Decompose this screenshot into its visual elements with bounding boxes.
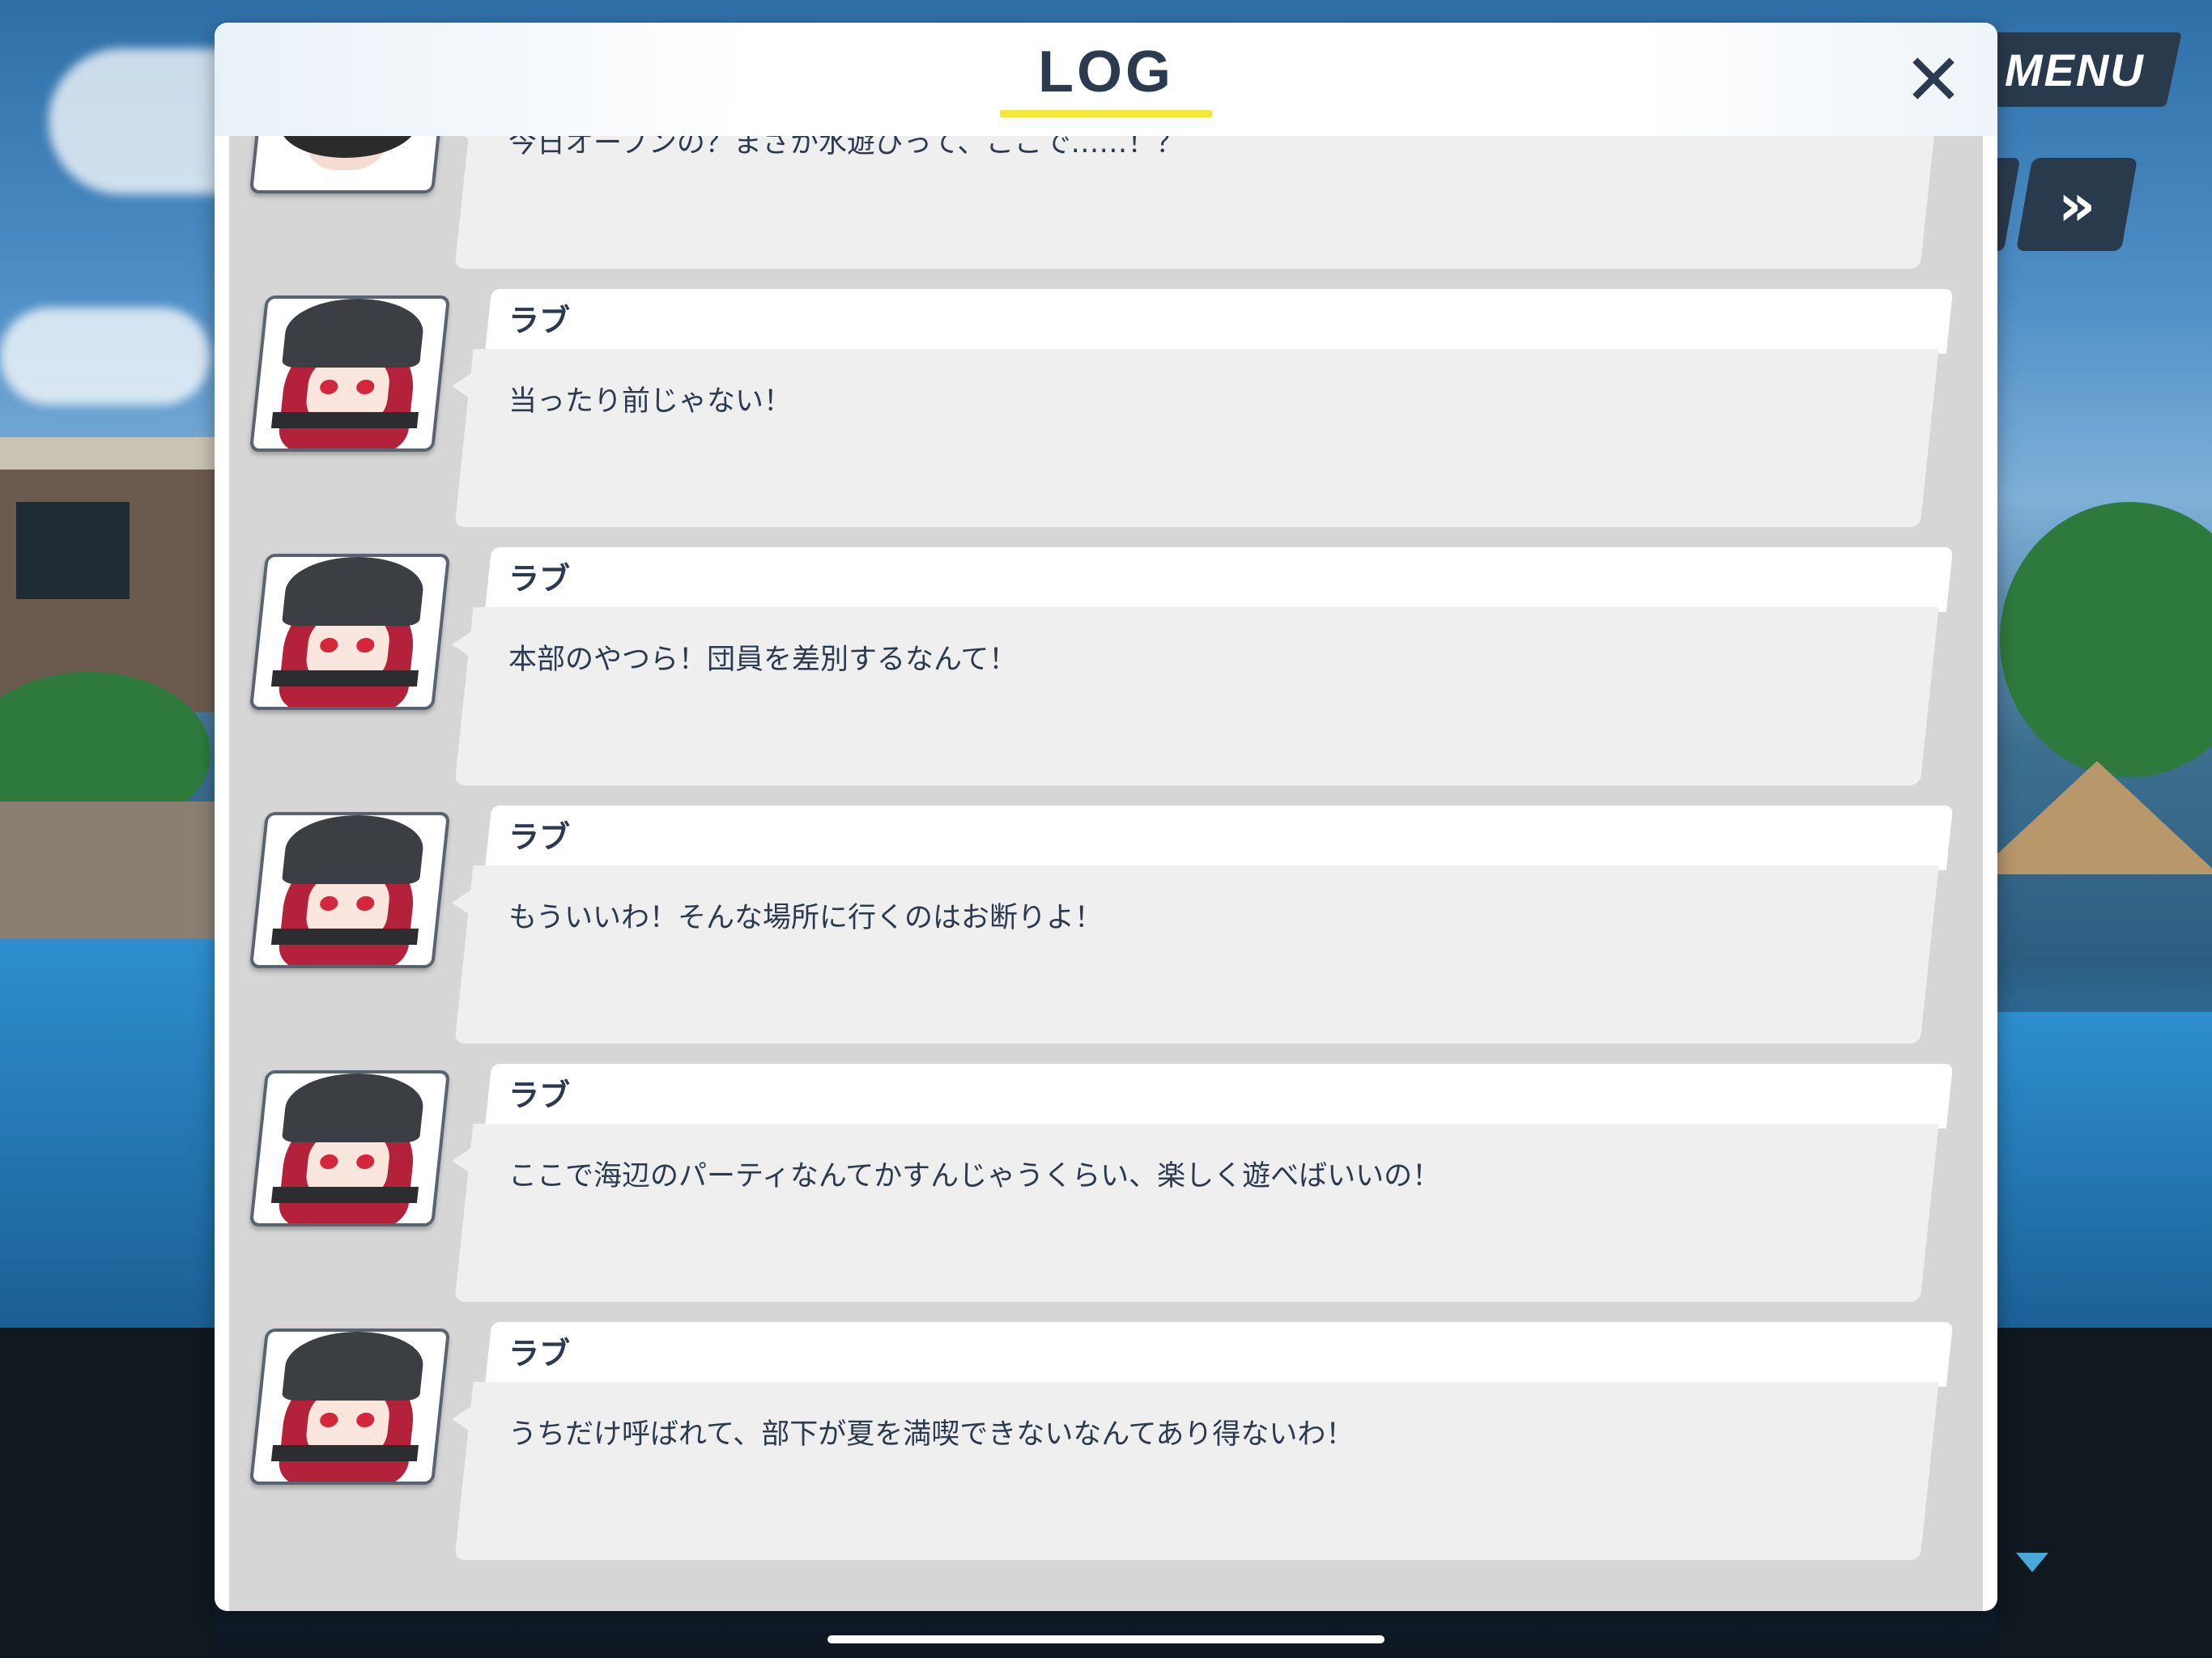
home-indicator[interactable] [827, 1635, 1385, 1643]
message-bubble [454, 1382, 1939, 1560]
rabu-avatar [249, 554, 451, 710]
message-text: うちだけ呼ばれて、部下が夏を満喫できないなんてあり得ないわ！ [508, 1418, 1355, 1451]
background-shed [0, 801, 215, 939]
background-pool [1997, 1012, 2212, 1336]
speaker-name-bar [484, 1322, 1954, 1387]
background-building-window [16, 502, 130, 599]
log-entry: ラブ当ったり前じゃない！ [229, 289, 1983, 548]
rabu-avatar [249, 1070, 451, 1226]
log-entry: ラブもういいわ！そんな場所に行くのはお断りよ！ [229, 806, 1983, 1065]
speaker-name: ラブ [508, 1336, 571, 1371]
message-text: 今日オープンの？まさか水遊びって、ここで……！？ [508, 136, 1185, 159]
message-text: もういいわ！そんな場所に行くのはお断りよ！ [508, 902, 1103, 934]
background-cloud [0, 308, 211, 405]
title-underline [1000, 110, 1212, 117]
speaker-name: ラブ [508, 819, 571, 855]
speaker-name: ラブ [508, 303, 571, 338]
background-pool [0, 939, 215, 1328]
background-floor [0, 1328, 215, 1658]
log-entry: ラブうちだけ呼ばれて、部下が夏を満喫できないなんてあり得ないわ！ [229, 1322, 1983, 1581]
speaker-name: ラブ [508, 561, 571, 597]
message-text: 本部のやつら！団員を差別するなんて！ [508, 644, 1018, 676]
fast-forward-icon: » [2057, 170, 2096, 239]
background-tree [2000, 502, 2212, 777]
background-floor [1997, 1328, 2212, 1658]
rabu-avatar [249, 295, 451, 452]
log-scroll-area[interactable]: 今日オープンの？まさか水遊びって、ここで……！？ ラブ 当ったり前じゃない！ ラブ 本部… [229, 136, 1983, 1611]
speaker-name-bar [484, 1064, 1954, 1129]
menu-button[interactable]: MENU [1967, 32, 2182, 107]
message-bubble [454, 865, 1939, 1044]
skip-button[interactable]: » [2015, 158, 2138, 251]
close-icon: ✕ [1904, 37, 1963, 121]
message-bubble [454, 607, 1939, 785]
log-entry: 今日オープンの？まさか水遊びって、ここで……！？ [229, 136, 1983, 290]
log-entry: ラブ本部のやつら！団員を差別するなんて！ [229, 547, 1983, 806]
message-text: 当ったり前じゃない！ [508, 385, 793, 418]
log-entry: ラブここで海辺のパーティなんてかすんじゃうくらい、楽しく遊べばいいの！ [229, 1064, 1983, 1323]
log-title: LOG [1038, 40, 1174, 104]
speaker-name-bar [484, 547, 1954, 612]
log-panel-header: LOG ✕ [215, 23, 1997, 136]
log-panel: LOG ✕ 今日オープンの？まさか水遊びって、ここで……！？ ラブ 当ったり前じゃな… [215, 23, 1997, 1611]
background-umbrella [1976, 761, 2212, 874]
message-bubble [454, 349, 1939, 527]
message-bubble [454, 1124, 1939, 1302]
masked-character-avatar [249, 136, 451, 193]
menu-button-label: MENU [2005, 44, 2145, 96]
rabu-avatar [249, 812, 451, 968]
speaker-name-bar [484, 289, 1954, 354]
rabu-avatar [249, 1329, 451, 1485]
speaker-name-bar [484, 806, 1954, 870]
background-building-roof [0, 437, 215, 470]
close-button[interactable]: ✕ [1893, 37, 1974, 121]
scroll-down-arrow-icon[interactable] [2016, 1553, 2048, 1572]
speaker-name: ラブ [508, 1078, 571, 1113]
game-scene: MENU » LOG ✕ 今日オープンの？まさか水遊びって、ここで……！？ ラブ当… [0, 0, 2212, 1658]
message-text: ここで海辺のパーティなんてかすんじゃうくらい、楽しく遊べばいいの！ [508, 1160, 1441, 1192]
